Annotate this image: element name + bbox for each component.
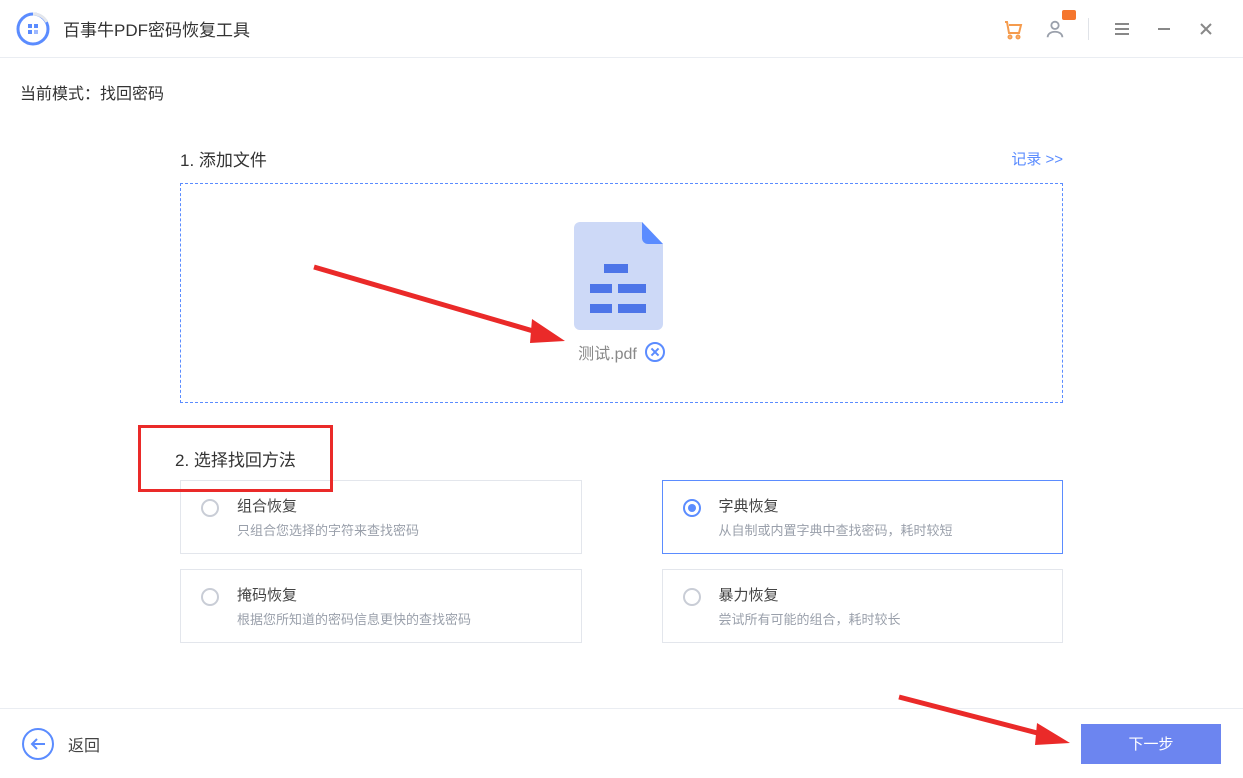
next-button[interactable]: 下一步: [1081, 724, 1221, 764]
option-texts: 字典恢复 从自制或内置字典中查找密码，耗时较短: [719, 495, 953, 539]
titlebar: 百事牛PDF密码恢复工具: [0, 0, 1243, 58]
option-desc: 只组合您选择的字符来查找密码: [237, 520, 419, 539]
mode-value: 找回密码: [100, 86, 164, 103]
minimize-button[interactable]: [1147, 12, 1181, 46]
title-right: [996, 12, 1223, 46]
option-title: 字典恢复: [719, 495, 953, 516]
app-logo-icon: [15, 11, 51, 47]
menu-button[interactable]: [1105, 12, 1139, 46]
option-title: 组合恢复: [237, 495, 419, 516]
option-texts: 组合恢复 只组合您选择的字符来查找密码: [237, 495, 419, 539]
back-button[interactable]: 返回: [22, 728, 100, 760]
remove-file-icon[interactable]: [645, 342, 665, 362]
option-mask[interactable]: 掩码恢复 根据您所知道的密码信息更快的查找密码: [180, 569, 582, 643]
section1-head: 1. 添加文件 记录 >>: [180, 146, 1063, 171]
file-name: 测试.pdf: [578, 340, 637, 364]
annotation-arrow-icon: [895, 693, 1075, 753]
option-texts: 掩码恢复 根据您所知道的密码信息更快的查找密码: [237, 584, 471, 628]
option-desc: 从自制或内置字典中查找密码，耗时较短: [719, 520, 953, 539]
app-title: 百事牛PDF密码恢复工具: [63, 16, 250, 41]
option-desc: 根据您所知道的密码信息更快的查找密码: [237, 609, 471, 628]
file-preview: 测试.pdf: [574, 222, 669, 364]
account-button[interactable]: [1038, 12, 1072, 46]
radio-icon: [683, 499, 701, 517]
option-bruteforce[interactable]: 暴力恢复 尝试所有可能的组合，耗时较长: [662, 569, 1064, 643]
radio-icon: [683, 588, 701, 606]
section2-highlight-box: 2. 选择找回方法: [138, 425, 333, 492]
back-arrow-icon: [22, 728, 54, 760]
radio-icon: [201, 499, 219, 517]
option-texts: 暴力恢复 尝试所有可能的组合，耗时较长: [719, 584, 901, 628]
file-row: 测试.pdf: [578, 340, 665, 364]
recovery-options: 组合恢复 只组合您选择的字符来查找密码 字典恢复 从自制或内置字典中查找密码，耗…: [180, 480, 1063, 643]
close-button[interactable]: [1189, 12, 1223, 46]
option-title: 暴力恢复: [719, 584, 901, 605]
file-icon: [574, 222, 669, 330]
option-dictionary[interactable]: 字典恢复 从自制或内置字典中查找密码，耗时较短: [662, 480, 1064, 554]
cart-button[interactable]: [996, 12, 1030, 46]
separator: [1088, 18, 1089, 40]
option-title: 掩码恢复: [237, 584, 471, 605]
section1-title: 1. 添加文件: [180, 146, 267, 171]
title-left: 百事牛PDF密码恢复工具: [15, 11, 250, 47]
radio-icon: [201, 588, 219, 606]
back-label: 返回: [68, 732, 100, 756]
section-method: 2. 选择找回方法 组合恢复 只组合您选择的字符来查找密码 字典恢复 从自制或内…: [180, 425, 1063, 643]
annotation-arrow-icon: [310, 263, 570, 353]
mode-prefix: 当前模式：: [20, 86, 100, 103]
mode-label: 当前模式：找回密码: [20, 80, 1223, 104]
content-area: 当前模式：找回密码 1. 添加文件 记录 >> 测试.pdf: [0, 58, 1243, 708]
section2-title: 2. 选择找回方法: [175, 446, 296, 471]
records-link[interactable]: 记录 >>: [1011, 148, 1063, 169]
vip-badge-icon: [1062, 10, 1076, 20]
option-desc: 尝试所有可能的组合，耗时较长: [719, 609, 901, 628]
